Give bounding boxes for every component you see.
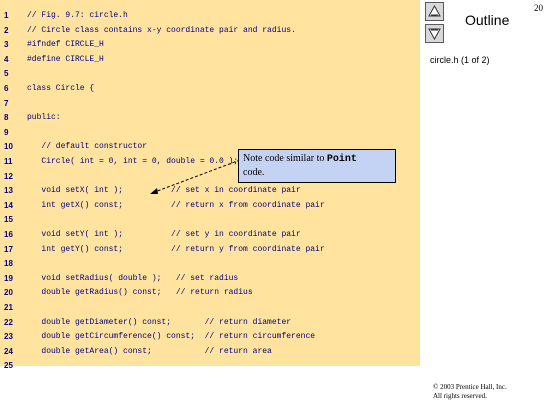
file-label: circle.h (1 of 2) xyxy=(430,55,490,65)
callout-note: Note code similar to Point code. xyxy=(238,149,396,183)
callout-code: Point xyxy=(326,154,357,165)
next-slide-button[interactable] xyxy=(425,24,444,43)
copyright-line-2: All rights reserved. xyxy=(433,392,487,400)
callout-text-before: Note code similar to xyxy=(243,153,327,164)
copyright: © 2003 Prentice Hall, Inc. All rights re… xyxy=(433,383,507,401)
page-number: 20 xyxy=(534,3,543,13)
previous-slide-button[interactable] xyxy=(425,2,444,21)
copyright-line-1: © 2003 Prentice Hall, Inc. xyxy=(433,383,507,391)
down-triangle-icon xyxy=(428,28,441,40)
outline-title: Outline xyxy=(465,12,510,28)
callout-text-after: code. xyxy=(243,167,265,178)
up-triangle-icon xyxy=(428,5,441,17)
